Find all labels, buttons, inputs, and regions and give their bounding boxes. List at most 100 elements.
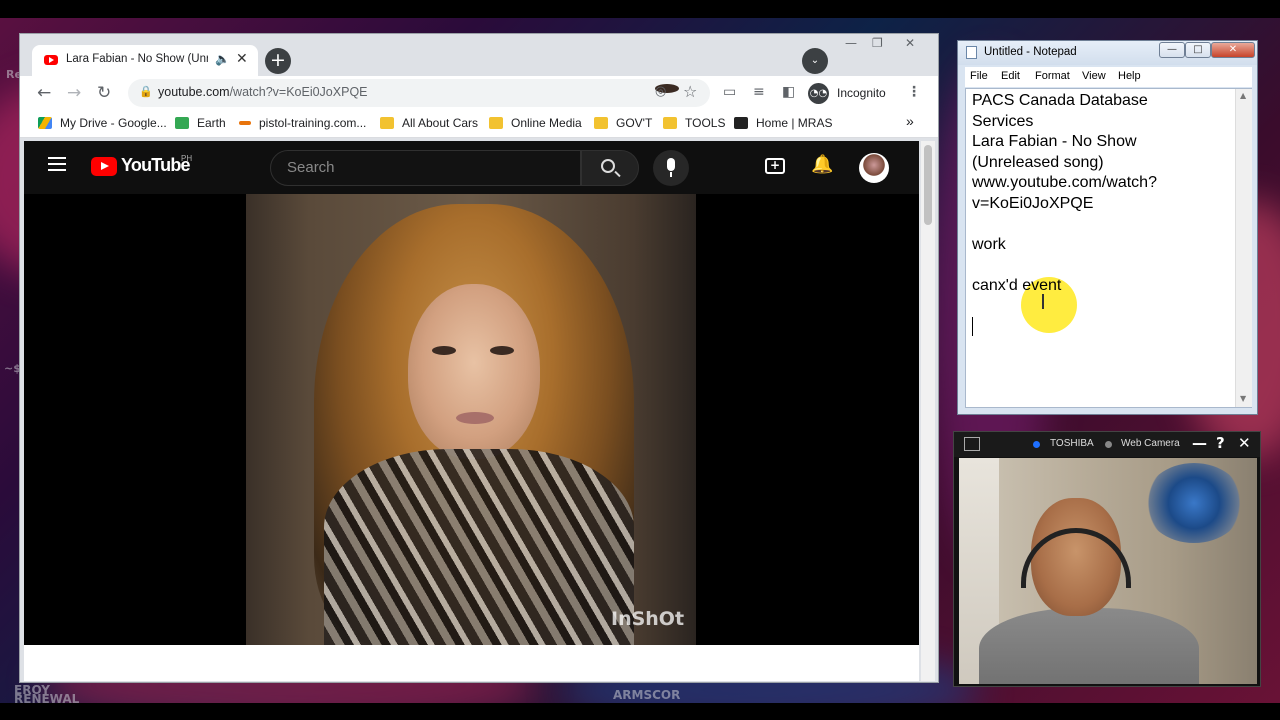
chrome-window: Lara Fabian - No Show (Unre 🔈 ✕ + ⌄ — ❐ …	[19, 33, 939, 683]
bookmark-item[interactable]: pistol-training.com...	[239, 116, 366, 130]
video-subject-face	[408, 284, 540, 459]
page-scrollbar[interactable]	[921, 141, 935, 681]
cast-icon[interactable]: ▭	[723, 84, 736, 100]
wallpaper-text: RENEWAL	[14, 692, 80, 706]
notepad-app-icon	[966, 46, 977, 59]
incognito-icon: ◔◔	[808, 83, 829, 104]
notifications-bell-icon[interactable]: 🔔	[811, 154, 833, 175]
bookmarks-overflow-button[interactable]: »	[906, 113, 914, 129]
bookmark-label: My Drive - Google...	[60, 116, 167, 130]
scroll-down-arrow-icon[interactable]: ▼	[1240, 394, 1246, 403]
window-close-button[interactable]: ✕	[905, 36, 915, 50]
screen-bottom-bar	[0, 703, 1280, 720]
window-minimize-button[interactable]: —	[845, 36, 857, 50]
address-url[interactable]: youtube.com/watch?v=KoEi0JoXPQE	[158, 85, 368, 99]
bookmark-item[interactable]: Online Media	[489, 116, 582, 130]
notepad-text-area[interactable]: PACS Canada Database Services Lara Fabia…	[965, 88, 1252, 408]
video-subject-eye	[432, 346, 456, 355]
ibeam-cursor-icon	[1042, 294, 1044, 309]
incognito-label: Incognito	[837, 86, 886, 100]
folder-icon	[663, 117, 677, 129]
youtube-header: YouTube PH Search + 🔔	[24, 141, 919, 194]
bookmark-item[interactable]: GOV'T	[594, 116, 652, 130]
pistol-training-icon	[239, 121, 251, 125]
hamburger-menu-icon[interactable]	[48, 157, 66, 171]
forward-button[interactable]: →	[67, 83, 81, 103]
camera-status-dot-icon	[1105, 441, 1112, 448]
folder-icon	[489, 117, 503, 129]
bookmark-star-icon[interactable]: ☆	[683, 82, 697, 101]
notepad-close-button[interactable]: ✕	[1211, 42, 1255, 58]
url-host: youtube.com	[158, 85, 230, 99]
tab-title: Lara Fabian - No Show (Unre	[66, 53, 208, 65]
video-player[interactable]: InShOt	[24, 194, 919, 645]
third-party-cookies-blocked-icon[interactable]: ◎	[655, 84, 679, 99]
notepad-title: Untitled - Notepad	[984, 46, 1077, 58]
bookmark-item[interactable]: All About Cars	[380, 116, 478, 130]
text-line: Lara Fabian - No Show	[972, 133, 1137, 150]
video-subject-lips	[456, 412, 494, 424]
menu-file[interactable]: File	[970, 70, 988, 82]
menu-format[interactable]: Format	[1035, 70, 1070, 82]
tab-close-icon[interactable]: ✕	[236, 51, 248, 67]
menu-view[interactable]: View	[1082, 70, 1106, 82]
tab-search-button[interactable]: ⌄	[802, 48, 828, 74]
bookmark-item[interactable]: My Drive - Google...	[38, 116, 167, 130]
incognito-indicator[interactable]: ◔◔ Incognito	[808, 83, 890, 105]
folder-icon	[380, 117, 394, 129]
bookmark-label: Earth	[197, 116, 226, 130]
text-line: (Unreleased song)	[972, 153, 1104, 171]
create-video-icon[interactable]: +	[765, 158, 785, 174]
zoom-magnifier-icon[interactable]	[964, 437, 980, 451]
youtube-logo-icon[interactable]	[91, 157, 117, 176]
text-caret	[972, 317, 973, 336]
youtube-search-input[interactable]: Search	[270, 150, 581, 186]
notepad-scrollbar[interactable]: ▲ ▼	[1235, 89, 1252, 407]
youtube-logo-text[interactable]: YouTube	[121, 155, 191, 176]
notepad-titlebar[interactable]: Untitled - Notepad — □ ✕	[958, 41, 1257, 65]
bookmark-item[interactable]: Earth	[175, 116, 226, 130]
scrollbar-thumb[interactable]	[924, 145, 932, 225]
webcam-person-shirt	[979, 608, 1199, 684]
text-line: v=KoEi0JoXPQE	[972, 194, 1094, 212]
user-avatar[interactable]	[859, 153, 889, 183]
bookmark-item[interactable]: Home | MRAS	[734, 116, 832, 130]
webcam-close-button[interactable]: ✕	[1238, 434, 1251, 452]
audio-playing-icon[interactable]: 🔈	[215, 52, 230, 66]
chrome-menu-icon[interactable]: ⋮	[907, 84, 921, 100]
youtube-search-button[interactable]	[581, 150, 639, 186]
webcam-minimize-button[interactable]: —	[1192, 434, 1207, 452]
window-maximize-button[interactable]: ❐	[872, 36, 883, 50]
menu-edit[interactable]: Edit	[1001, 70, 1020, 82]
webcam-video-feed	[959, 458, 1257, 684]
bookmark-label: Home | MRAS	[756, 116, 833, 130]
video-subject-leopard-top	[324, 449, 634, 645]
webcam-help-button[interactable]: ?	[1216, 434, 1225, 452]
side-panel-icon[interactable]: ◧	[782, 84, 795, 100]
reload-button[interactable]: ↻	[97, 83, 111, 103]
media-controls-icon[interactable]: ≡	[753, 84, 765, 100]
wallpaper-text: ARMSCOR	[613, 688, 681, 702]
bookmark-label: GOV'T	[616, 116, 653, 130]
menu-help[interactable]: Help	[1118, 70, 1141, 82]
new-tab-button[interactable]: +	[265, 48, 291, 74]
bookmark-item[interactable]: TOOLS	[663, 116, 725, 130]
google-earth-icon	[175, 117, 189, 129]
webcam-microphone	[1144, 463, 1244, 543]
youtube-page: YouTube PH Search + 🔔 InShOt	[24, 141, 919, 681]
notepad-minimize-button[interactable]: —	[1159, 42, 1185, 58]
notepad-maximize-button[interactable]: □	[1185, 42, 1211, 58]
notepad-window: Untitled - Notepad — □ ✕ File Edit Forma…	[957, 40, 1258, 415]
address-bar[interactable]: 🔒 youtube.com/watch?v=KoEi0JoXPQE ◎ ☆	[128, 79, 710, 107]
scroll-up-arrow-icon[interactable]: ▲	[1240, 91, 1246, 100]
tab-strip: Lara Fabian - No Show (Unre 🔈 ✕ + ⌄ — ❐ …	[20, 34, 938, 76]
text-line: PACS Canada Database	[972, 92, 1148, 109]
bookmark-label: All About Cars	[402, 116, 479, 130]
folder-icon	[594, 117, 608, 129]
back-button[interactable]: ←	[37, 83, 51, 103]
text-line: www.youtube.com/watch?	[972, 174, 1157, 191]
voice-search-mic-icon[interactable]	[653, 150, 689, 186]
tab-youtube-video[interactable]: Lara Fabian - No Show (Unre 🔈 ✕	[32, 45, 258, 76]
lock-icon[interactable]: 🔒	[139, 85, 153, 98]
webcam-titlebar[interactable]: TOSHIBA Web Camera — ? ✕	[954, 432, 1260, 457]
